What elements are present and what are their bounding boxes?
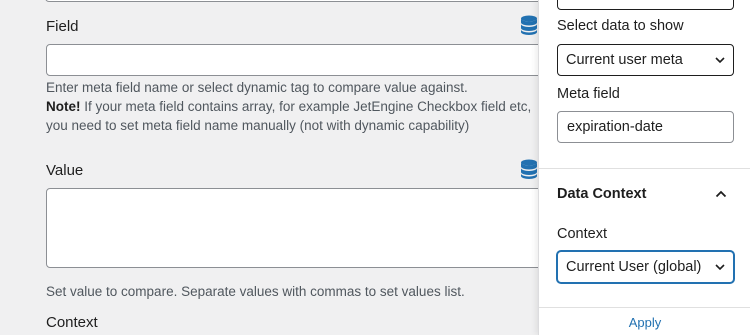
- note-text: If your meta field contains array, for e…: [80, 99, 532, 114]
- previous-input-edge[interactable]: [45, 0, 565, 2]
- context-label: Context: [46, 314, 98, 331]
- context-label: Context: [557, 226, 607, 242]
- field-help-note: Note! If your meta field contains array,…: [46, 97, 531, 116]
- previous-field-edge[interactable]: [557, 0, 734, 10]
- section-divider: [539, 168, 750, 169]
- data-context-title[interactable]: Data Context: [557, 186, 646, 202]
- select-data-dropdown[interactable]: Current user meta: [557, 44, 734, 76]
- select-data-label: Select data to show: [557, 18, 684, 34]
- chevron-down-icon: [715, 57, 725, 64]
- database-icon[interactable]: [520, 159, 538, 179]
- field-help-text: Enter meta field name or select dynamic …: [46, 80, 468, 95]
- value-help-text: Set value to compare. Separate values wi…: [46, 284, 465, 299]
- field-input[interactable]: [46, 44, 566, 76]
- meta-field-input[interactable]: expiration-date: [557, 111, 734, 143]
- context-dropdown[interactable]: Current User (global): [557, 251, 734, 283]
- apply-button[interactable]: Apply: [539, 315, 750, 330]
- conditions-form: Field Enter meta field name or select dy…: [0, 0, 566, 335]
- context-value: Current User (global): [566, 259, 702, 275]
- chevron-down-icon: [715, 264, 725, 271]
- field-label: Field: [46, 18, 79, 35]
- chevron-up-icon[interactable]: [715, 189, 727, 199]
- footer-divider: [539, 307, 750, 308]
- database-icon[interactable]: [520, 15, 538, 35]
- value-textarea[interactable]: [46, 188, 566, 268]
- field-help-line3: you need to set meta field name manually…: [46, 118, 470, 133]
- settings-panel: Select data to show Current user meta Me…: [538, 0, 750, 335]
- select-data-value: Current user meta: [566, 52, 683, 68]
- meta-field-label: Meta field: [557, 86, 620, 102]
- value-label: Value: [46, 162, 84, 179]
- note-bold: Note!: [46, 99, 81, 114]
